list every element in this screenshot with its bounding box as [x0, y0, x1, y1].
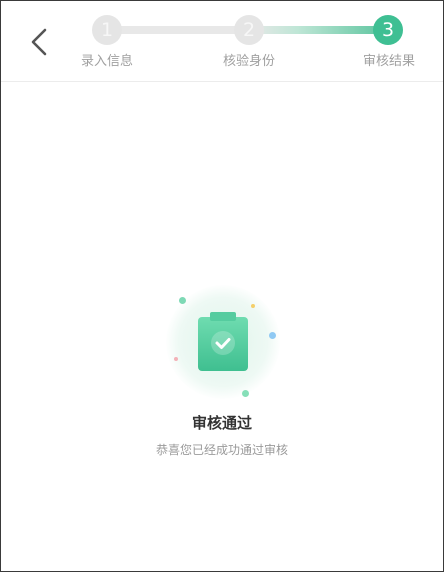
confetti-dot: [242, 390, 249, 397]
step-1-circle: 1: [92, 15, 122, 45]
step-2-label: 核验身份: [222, 54, 276, 69]
app-screen: 1 2 3 录入信息 核验身份 审核结果 审核通过 恭喜您已经成功通过审核: [0, 0, 444, 572]
result-description: 恭喜您已经成功通过审核: [155, 443, 288, 457]
step-2-circle: 2: [234, 15, 264, 45]
confetti-dot: [251, 304, 255, 308]
step-connector-2: [249, 26, 387, 34]
step-3-label: 审核结果: [362, 54, 416, 69]
step-connector-1: [107, 26, 249, 34]
step-1-label: 录入信息: [80, 54, 134, 69]
progress-stepper: 1 2 3 录入信息 核验身份 审核结果: [1, 1, 443, 81]
result-title: 审核通过: [191, 414, 252, 432]
confetti-dot: [269, 332, 276, 339]
clipboard-check-icon: [198, 312, 248, 371]
result-panel: 审核通过 恭喜您已经成功通过审核: [1, 281, 443, 471]
confetti-dot: [174, 357, 178, 361]
header: 1 2 3 录入信息 核验身份 审核结果: [1, 1, 443, 82]
confetti-dot: [179, 297, 186, 304]
step-3-circle: 3: [373, 15, 403, 45]
